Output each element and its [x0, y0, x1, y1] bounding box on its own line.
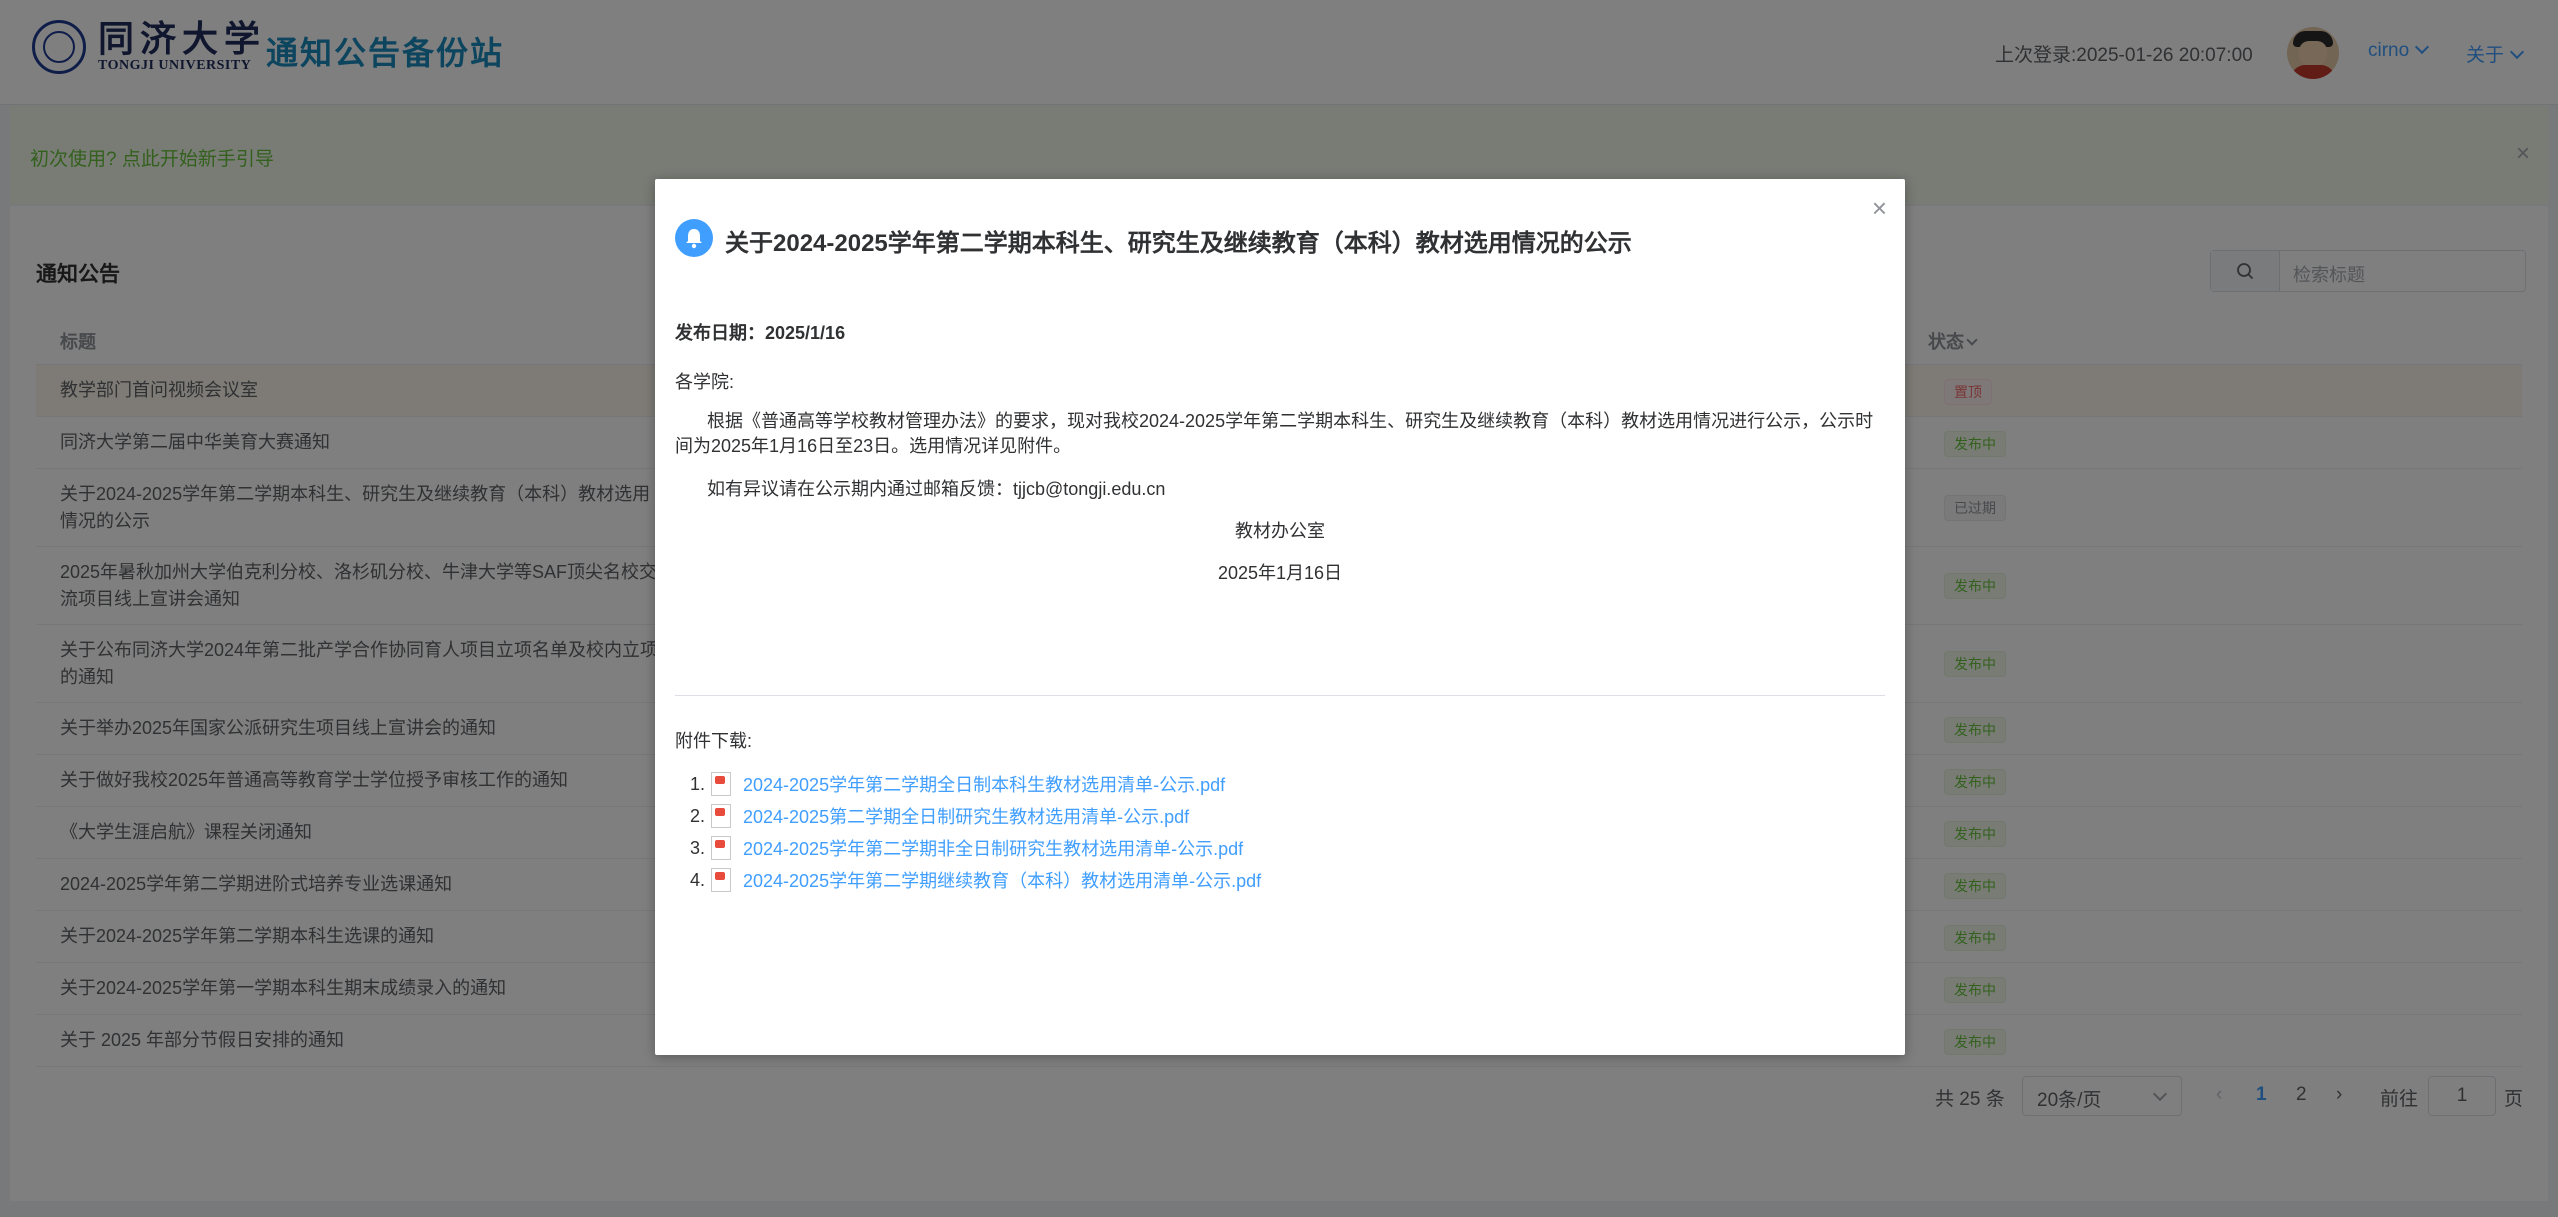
- attachments-label: 附件下载:: [675, 731, 753, 751]
- body-paragraph: 根据《普通高等学校教材管理办法》的要求，现对我校2024-2025学年第二学期本…: [675, 411, 1874, 456]
- bell-icon: [675, 219, 713, 257]
- attachment-item: 2. 2024-2025第二学期全日制研究生教材选用清单-公示.pdf: [675, 803, 1189, 829]
- signature: 教材办公室: [1235, 521, 1325, 541]
- greeting: 各学院:: [675, 372, 735, 392]
- attachment-item: 3. 2024-2025学年第二学期非全日制研究生教材选用清单-公示.pdf: [675, 835, 1243, 861]
- notice-dialog: × 关于2024-2025学年第二学期本科生、研究生及继续教育（本科）教材选用情…: [655, 179, 1905, 1055]
- close-icon[interactable]: ×: [1872, 193, 1887, 224]
- pdf-file-icon: [711, 772, 731, 796]
- signature-date: 2025年1月16日: [1217, 563, 1343, 583]
- attachment-item: 4. 2024-2025学年第二学期继续教育（本科）教材选用清单-公示.pdf: [675, 867, 1261, 893]
- dialog-title: 关于2024-2025学年第二学期本科生、研究生及继续教育（本科）教材选用情况的…: [725, 230, 1632, 257]
- attachment-number: 1.: [689, 773, 705, 794]
- attachment-link[interactable]: 2024-2025学年第二学期非全日制研究生教材选用清单-公示.pdf: [743, 835, 1243, 861]
- attachment-number: 2.: [689, 805, 705, 826]
- attachment-item: 1. 2024-2025学年第二学期全日制本科生教材选用清单-公示.pdf: [675, 771, 1225, 797]
- divider: [675, 695, 1885, 696]
- attachment-number: 4.: [689, 869, 705, 890]
- publish-date: 发布日期：2025/1/16: [675, 323, 846, 343]
- attachment-number: 3.: [689, 837, 705, 858]
- attachment-link[interactable]: 2024-2025学年第二学期继续教育（本科）教材选用清单-公示.pdf: [743, 867, 1261, 893]
- pdf-file-icon: [711, 804, 731, 828]
- pdf-file-icon: [711, 868, 731, 892]
- attachment-link[interactable]: 2024-2025学年第二学期全日制本科生教材选用清单-公示.pdf: [743, 771, 1225, 797]
- attachment-link[interactable]: 2024-2025第二学期全日制研究生教材选用清单-公示.pdf: [743, 803, 1189, 829]
- feedback-paragraph: 如有异议请在公示期内通过邮箱反馈：tjjcb@tongji.edu.cn: [707, 479, 1166, 499]
- page: 同济大学 TONGJI UNIVERSITY 通知公告备份站 上次登录:2025…: [0, 0, 2558, 1217]
- pdf-file-icon: [711, 836, 731, 860]
